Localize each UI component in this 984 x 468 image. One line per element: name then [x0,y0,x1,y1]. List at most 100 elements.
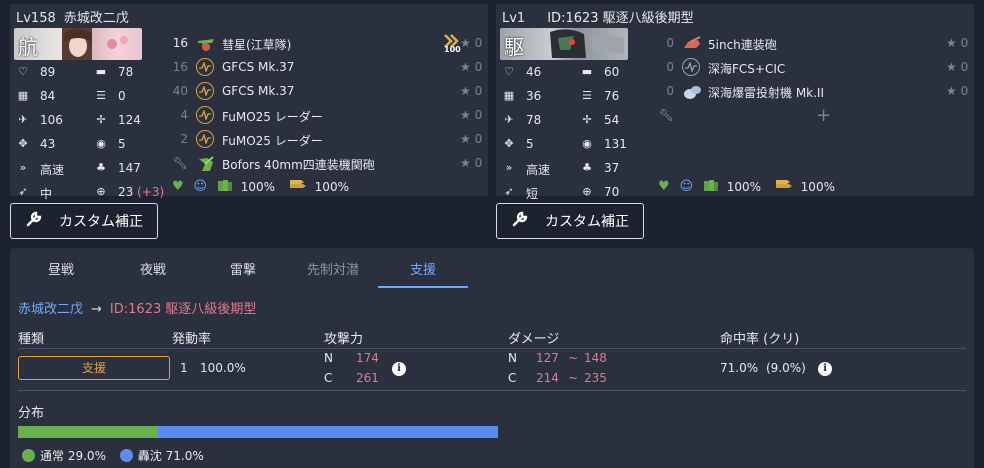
damage-c-min: 214 [536,371,559,385]
tab-night-battle[interactable]: 夜戦 [108,258,198,288]
aa-gun-icon [196,154,216,174]
attacker-name: 赤城改二戊 [18,302,84,317]
attack-type-tabs: 昼戦 夜戦 雷撃 先制対潜 支援 [10,258,480,288]
equipment-slot[interactable]: 0 深海爆雷投射機 Mk.II ★ 0 [656,81,972,103]
range-icon: ➶ [18,185,28,198]
improvement-star: ★ 0 [460,60,483,74]
info-icon[interactable]: i [818,362,832,376]
tab-day-battle[interactable]: 昼戦 [16,258,106,288]
arrow-icon: → [91,302,102,317]
custom-correction-button-right[interactable]: カスタム補正 [496,203,644,239]
equipment-slot[interactable]: 0 深海FCS+CIC ★ 0 [656,57,972,79]
support-type-button[interactable]: 支援 [18,356,170,380]
legend-normal: 通常 29.0% [22,449,106,463]
torpedo-icon: ☰ [96,89,106,102]
torpedo-icon: ☰ [582,89,592,102]
distribution-label: 分布 [18,406,45,421]
aa-icon: ✢ [582,113,592,126]
supply-row: ♥ ☺ 100% 100% [172,178,349,195]
fuel-icon [703,178,719,195]
ammo-value: 100% [314,179,349,194]
rate-value: 100.0% [200,361,246,375]
damage-c-label: C [508,371,517,385]
equipment-slot[interactable]: 16 GFCS Mk.37 ★ 0 [170,57,486,79]
damage-result-panel: 昼戦 夜戦 雷撃 先制対潜 支援 赤城改二戊 → ID:1623 駆逐八級後期型 種… [10,248,974,468]
heart-icon: ♡ [18,65,28,78]
improvement-star: ★ 0 [946,84,969,98]
equipment-slot-empty[interactable]: 🔧︎ + [656,105,972,127]
tab-torpedo[interactable]: 雷撃 [198,258,288,288]
column-header-rate: 発動率 [172,332,212,347]
aa-icon: ✢ [96,113,106,126]
rate-count: 1 [180,361,188,375]
ammo-value: 100% [800,179,835,194]
crit-rate: (9.0%) [766,361,806,375]
dive-bomber-icon [196,34,216,54]
sink-dot-icon [119,449,133,462]
distribution-legend: 通常 29.0% 轟沈 71.0% [22,447,214,464]
armor-icon: ▦ [503,89,515,102]
improvement-star: ★ 0 [460,132,483,146]
accuracy-icon: ⊕ [96,185,106,198]
equipment-slot[interactable]: 0 5inch連装砲 ★ 0 [656,33,972,55]
wrench-icon: 🔧︎ [172,156,188,170]
ship-header: Lv158 赤城改二戊 [16,7,137,26]
attack-c-label: C [324,371,333,385]
ship-portrait[interactable]: 航 [14,28,142,60]
evasion-icon: ✈ [18,113,28,126]
add-equipment-icon[interactable]: + [816,105,831,126]
ship-name[interactable]: 赤城改二戊 [64,11,129,26]
attack-n-value: 174 [356,351,379,365]
improvement-star: ★ 0 [946,36,969,50]
depth-charge-icon [682,82,702,102]
accuracy-bonus: (+3) [137,185,165,199]
attack-n-label: N [324,351,333,365]
fire-control-icon [196,82,216,102]
ship-panel-left: Lv158 赤城改二戊 航 ♡ 89 ▦ 84 ✈ 106 ✥ 43 » 高速 ➶ 中 ▬ 78… [10,4,488,201]
equipment-slot[interactable]: 2 FuMO25 レーダー ★ 0 [170,129,486,151]
tab-support[interactable]: 支援 [378,258,468,288]
fuel-value: 100% [240,179,276,194]
radar-icon [196,106,216,126]
damage-n-min: 127 [536,351,559,365]
divider [18,390,966,391]
fuel-value: 100% [726,179,762,194]
fire-control-icon [682,58,702,78]
distribution-normal-segment [18,426,158,438]
equipment-slot[interactable]: 40 GFCS Mk.37 ★ 0 [170,81,486,103]
ship-name[interactable]: ID:1623 駆逐八級後期型 [547,11,693,26]
legend-sink: 轟沈 71.0% [119,449,204,463]
divider [18,348,966,349]
firepower-icon: ▬ [581,65,593,78]
armor-icon: ▦ [17,89,29,102]
ship-portrait[interactable]: 駆 [500,28,628,60]
wrench-icon [511,210,529,232]
equipment-slot[interactable]: 4 FuMO25 レーダー ★ 0 [170,105,486,127]
los-icon: ◉ [582,137,592,150]
wrench-icon: 🔧︎ [658,108,674,122]
tab-opening-asw[interactable]: 先制対潜 [288,258,378,288]
equipment-slot[interactable]: 16 彗星(江草隊) 100 ★ 0 [170,33,486,55]
column-header-hit-rate: 命中率 (クリ) [720,332,800,347]
hit-rate: 71.0% [720,361,759,375]
defender-name: ID:1623 駆逐八級後期型 [109,302,257,317]
column-header-type: 種類 [18,332,45,347]
normal-dot-icon [22,449,35,462]
equipment-slot-reinforce[interactable]: 🔧︎ Bofors 40mm四連装機関砲 ★ 0 [170,153,486,175]
fire-control-icon [196,58,216,78]
attack-route: 赤城改二戊 → ID:1623 駆逐八級後期型 [18,298,256,317]
speed-icon: » [19,161,27,174]
custom-correction-button-left[interactable]: カスタム補正 [10,203,158,239]
range-separator: ~ [568,371,579,385]
main-gun-icon [682,34,702,54]
asw-icon: ✥ [504,137,514,150]
ship-type-kanji: 航 [18,35,38,59]
damage-n-max: 148 [584,351,607,365]
firepower-icon: ▬ [95,65,107,78]
ship-type-kanji: 駆 [504,35,524,59]
los-icon: ◉ [96,137,106,150]
info-icon[interactable]: i [392,362,406,376]
luck-icon: ♣ [582,161,592,174]
wrench-icon [25,210,43,232]
ship-panel-right: Lv1 ID:1623 駆逐八級後期型 駆 ♡ 46 ▦ 36 ✈ 78 ✥ 5 » 高速 … [496,4,974,201]
